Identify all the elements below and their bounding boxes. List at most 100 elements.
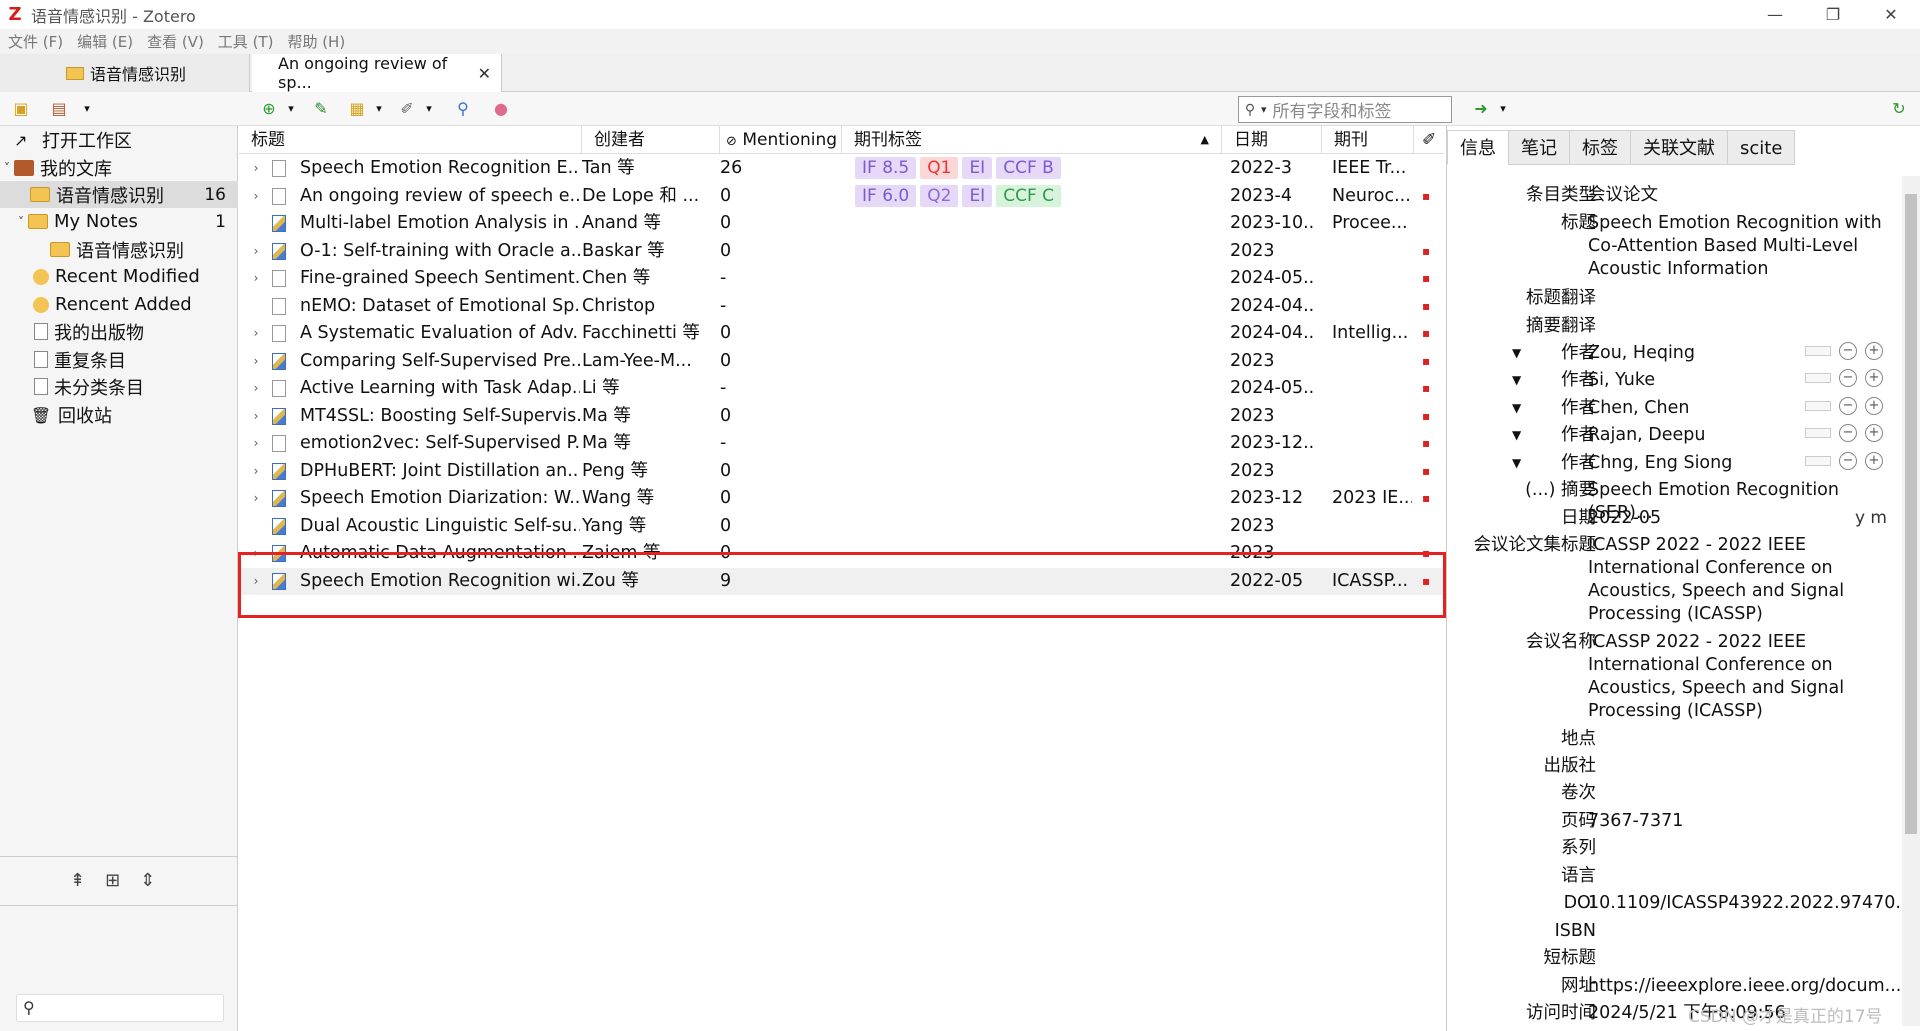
pdf-attachment-icon[interactable]: ▪ xyxy=(1422,430,1440,457)
minus-icon[interactable]: − xyxy=(1839,452,1857,470)
empty-attachment[interactable] xyxy=(1422,210,1440,237)
chevron-right-icon[interactable] xyxy=(249,210,263,237)
attachment-icon[interactable]: ✐ xyxy=(396,98,418,120)
name-format-toggle[interactable] xyxy=(1805,373,1831,383)
chevron-right-icon[interactable]: › xyxy=(249,320,263,347)
my-library[interactable]: ˅ 我的文库 xyxy=(0,154,238,181)
unfiled-items[interactable]: 未分类条目 xyxy=(0,373,238,400)
menu-edit[interactable]: 编辑 (E) xyxy=(77,31,133,52)
chevron-right-icon[interactable]: › xyxy=(249,265,263,292)
table-row[interactable]: › Comparing Self-Supervised Pre... Lam-Yee… xyxy=(239,348,1444,375)
close-icon[interactable]: ✕ xyxy=(478,64,491,83)
chevron-right-icon[interactable]: › xyxy=(249,183,263,210)
chevron-down-icon[interactable]: ▾ xyxy=(418,98,440,120)
pdf-attachment-icon[interactable]: ▪ xyxy=(1422,485,1440,512)
chevron-right-icon[interactable]: › xyxy=(249,485,263,512)
pdf-attachment-icon[interactable]: ▪ xyxy=(1422,265,1440,292)
subcollection-speech-emotion[interactable]: 语音情感识别 xyxy=(0,236,238,263)
menu-view[interactable]: 查看 (V) xyxy=(147,31,204,52)
table-row[interactable]: › An ongoing review of speech e... De Lope… xyxy=(239,183,1444,210)
sync-status-icon[interactable]: ● xyxy=(490,98,512,120)
menu-help[interactable]: 帮助 (H) xyxy=(287,31,345,52)
tree-view-icon[interactable]: ⊞ xyxy=(105,870,120,891)
expand-collapse-icon[interactable]: ⇕ xyxy=(140,870,155,891)
tab-related[interactable]: 关联文献 xyxy=(1630,130,1728,165)
table-row[interactable]: › A Systematic Evaluation of Adv... Facchi… xyxy=(239,320,1444,347)
chevron-down-icon[interactable]: ˅ xyxy=(0,161,14,175)
chevron-down-icon[interactable]: ▼ xyxy=(1512,342,1521,365)
chevron-down-icon[interactable]: ˅ xyxy=(14,215,28,229)
attachment-column-icon[interactable]: ✐ xyxy=(1414,126,1444,154)
tag-filter-input[interactable]: ⚲ xyxy=(16,994,224,1022)
table-row[interactable]: Dual Acoustic Linguistic Self-su... Yang … xyxy=(239,513,1444,540)
search-box[interactable]: ⚲ ▾ 所有字段和标签 xyxy=(1238,96,1452,123)
trash[interactable]: 🗑 回收站 xyxy=(0,401,238,428)
table-row[interactable]: › Speech Emotion Recognition E... Tan 等 26 I… xyxy=(239,155,1444,182)
pdf-attachment-icon[interactable]: ▪ xyxy=(1422,403,1440,430)
minus-icon[interactable]: − xyxy=(1839,397,1857,415)
table-row[interactable]: › Fine-grained Speech Sentiment... Chen 等 -… xyxy=(239,265,1444,292)
table-row[interactable]: › Speech Emotion Diarization: W... Wang 等 0… xyxy=(239,485,1444,512)
tab-item-reader[interactable]: An ongoing review of sp... ✕ xyxy=(252,54,502,92)
name-format-toggle[interactable] xyxy=(1805,346,1831,356)
plus-icon[interactable]: + xyxy=(1865,369,1883,387)
pdf-attachment-icon[interactable]: ▪ xyxy=(1422,183,1440,210)
saved-search-recent-modified[interactable]: Recent Modified xyxy=(0,263,238,290)
saved-search-recent-added[interactable]: Rencent Added xyxy=(0,291,238,318)
library-menu-icon[interactable]: ▤ xyxy=(48,98,70,120)
name-format-toggle[interactable] xyxy=(1805,428,1831,438)
new-item-icon[interactable]: ⊕ xyxy=(258,98,280,120)
chevron-right-icon[interactable]: › xyxy=(249,430,263,457)
chevron-down-icon[interactable]: ▾ xyxy=(76,98,98,120)
search-input[interactable]: 所有字段和标签 xyxy=(1273,97,1392,122)
minus-icon[interactable]: − xyxy=(1839,424,1857,442)
chevron-down-icon[interactable]: ▼ xyxy=(1512,452,1521,475)
chevron-right-icon[interactable]: › xyxy=(249,403,263,430)
chevron-down-icon[interactable]: ▼ xyxy=(1512,424,1521,447)
table-row[interactable]: › Active Learning with Task Adap... Li 等 - 2… xyxy=(239,375,1444,402)
search-mode-chevron-icon[interactable]: ▾ xyxy=(1261,103,1267,116)
table-row[interactable]: nEMO: Dataset of Emotional Sp... Christop… xyxy=(239,293,1444,320)
plus-icon[interactable]: + xyxy=(1865,424,1883,442)
chevron-right-icon[interactable]: › xyxy=(249,155,263,182)
chevron-down-icon[interactable]: ▾ xyxy=(1492,98,1514,120)
restore-button[interactable]: ❐ xyxy=(1804,0,1862,29)
name-format-toggle[interactable] xyxy=(1805,401,1831,411)
chevron-down-icon[interactable]: ▾ xyxy=(280,98,302,120)
column-date[interactable]: 日期 xyxy=(1222,126,1322,154)
chevron-down-icon[interactable]: ▼ xyxy=(1512,369,1521,392)
sort-icon[interactable]: ⇞ xyxy=(70,870,85,891)
plus-icon[interactable]: + xyxy=(1865,452,1883,470)
chevron-right-icon[interactable] xyxy=(249,293,263,320)
chevron-right-icon[interactable]: › xyxy=(249,458,263,485)
minus-icon[interactable]: − xyxy=(1839,342,1857,360)
new-note-icon[interactable]: ▦ xyxy=(346,98,368,120)
chevron-down-icon[interactable]: ▼ xyxy=(1512,397,1521,420)
menu-file[interactable]: 文件 (F) xyxy=(8,31,63,52)
chevron-right-icon[interactable]: › xyxy=(249,375,263,402)
collection-my-notes[interactable]: ˅ My Notes 1 xyxy=(0,208,238,235)
column-journal-tags[interactable]: 期刊标签 ▲ xyxy=(842,126,1222,154)
duplicate-items[interactable]: 重复条目 xyxy=(0,346,238,373)
table-row[interactable]: › O-1: Self-training with Oracle a... Bask… xyxy=(239,238,1444,265)
table-row[interactable]: Multi-label Emotion Analysis in ... Anand… xyxy=(239,210,1444,237)
open-workspace[interactable]: ↗ 打开工作区 xyxy=(0,126,238,153)
new-collection-icon[interactable]: ▣ xyxy=(10,98,32,120)
empty-attachment[interactable] xyxy=(1422,513,1440,540)
table-row[interactable]: › DPHuBERT: Joint Distillation an... Peng … xyxy=(239,458,1444,485)
pdf-attachment-icon[interactable]: ▪ xyxy=(1422,293,1440,320)
chevron-right-icon[interactable]: › xyxy=(249,238,263,265)
pdf-attachment-icon[interactable]: ▪ xyxy=(1422,458,1440,485)
collection-speech-emotion[interactable]: 语音情感识别 16 xyxy=(0,181,238,208)
column-title[interactable]: 标题 xyxy=(239,126,582,154)
pdf-attachment-icon[interactable]: ▪ xyxy=(1422,320,1440,347)
empty-attachment[interactable] xyxy=(1422,155,1440,182)
menu-tools[interactable]: 工具 (T) xyxy=(218,31,274,52)
sync-icon[interactable]: ↻ xyxy=(1888,98,1910,120)
tab-tags[interactable]: 标签 xyxy=(1569,130,1631,165)
column-mentioning[interactable]: ⊘ Mentioning xyxy=(720,126,842,154)
tab-notes[interactable]: 笔记 xyxy=(1508,130,1570,165)
chevron-down-icon[interactable]: ▾ xyxy=(368,98,390,120)
minus-icon[interactable]: − xyxy=(1839,369,1857,387)
tab-library[interactable]: 语音情感识别 xyxy=(0,54,250,92)
